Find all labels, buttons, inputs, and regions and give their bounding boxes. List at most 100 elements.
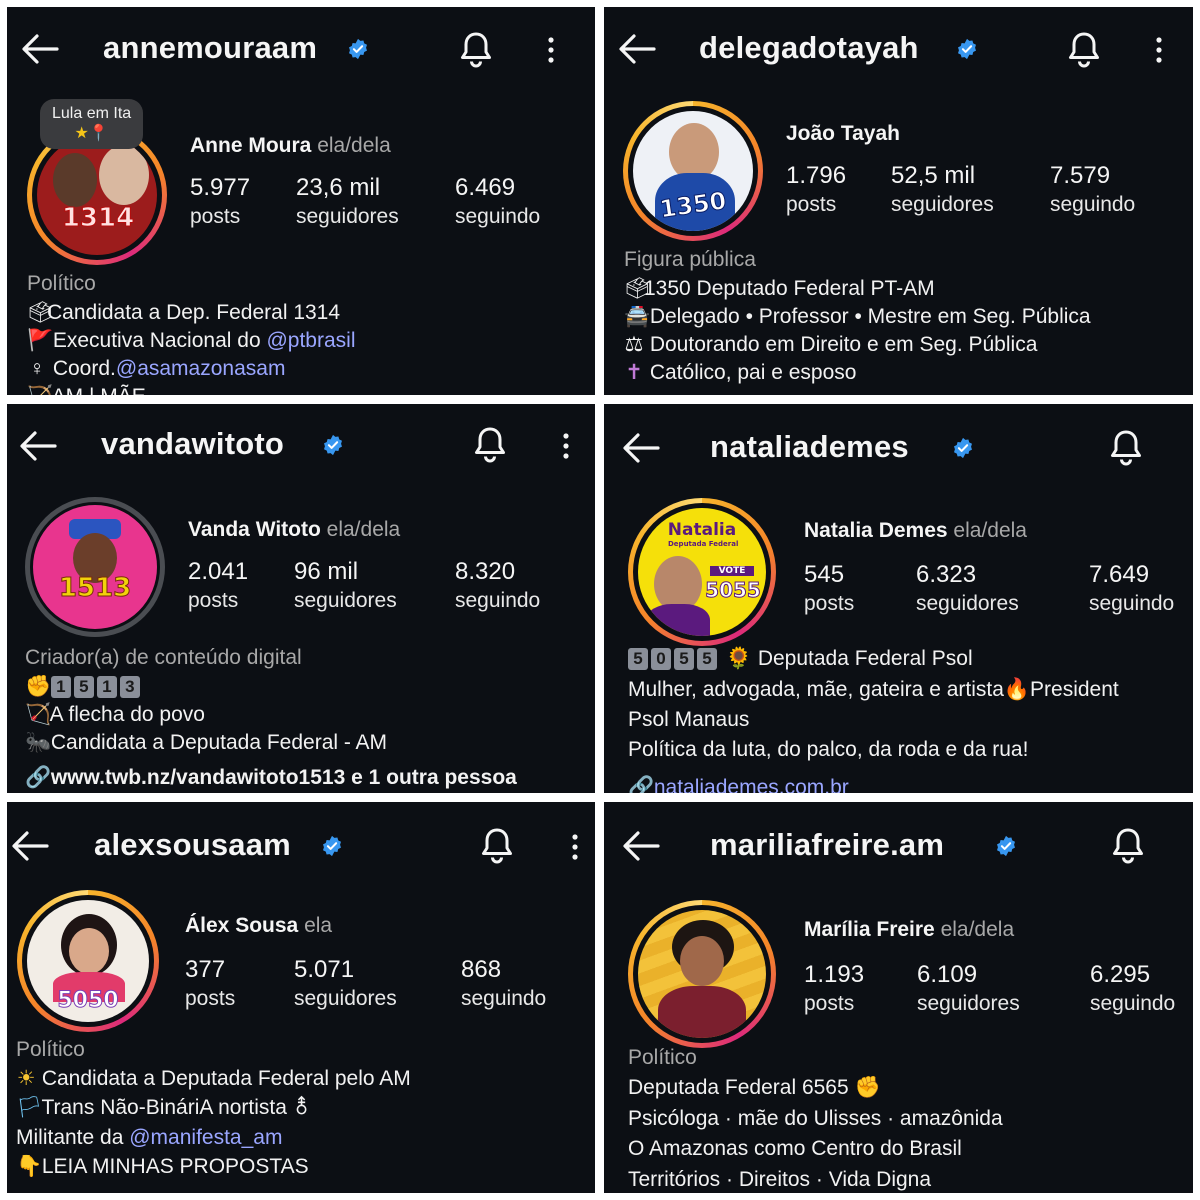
mention-link[interactable]: @manifesta_am bbox=[129, 1126, 282, 1149]
profile-panel-nataliademes: Natalia Demes nataliademes Natalia Deput… bbox=[604, 404, 1193, 793]
profile-username: annemouraam bbox=[103, 30, 318, 65]
bio-line: Psol Manaus bbox=[628, 708, 750, 731]
stat-posts[interactable]: 1.193 posts bbox=[804, 960, 864, 1018]
verified-badge-icon bbox=[323, 835, 341, 857]
profile-avatar[interactable]: 5050 bbox=[17, 890, 159, 1032]
bio-line: Psicóloga · mãe do Ulisses · amazônida bbox=[628, 1107, 1003, 1130]
bio-line: Política da luta, do palco, da roda e da… bbox=[628, 738, 1029, 761]
bio-link[interactable]: 🔗 www.twb.nz/vandawitoto1513 e 1 outra p… bbox=[25, 764, 517, 792]
stat-following[interactable]: 7.579 seguindo bbox=[1050, 161, 1135, 219]
stat-following[interactable]: 868 seguindo bbox=[461, 955, 546, 1013]
profile-username: vandawitoto bbox=[101, 426, 285, 461]
profile-category: Político bbox=[16, 1038, 85, 1061]
stat-following[interactable]: 6.295 seguindo bbox=[1090, 960, 1175, 1018]
bio-line: 🏹 A flecha do povo bbox=[25, 703, 205, 726]
bio-link[interactable]: 🔗 nataliademes.com.br bbox=[628, 774, 849, 793]
bio-line: ☀ Candidata a Deputada Federal pelo AM bbox=[16, 1067, 411, 1090]
profile-avatar[interactable]: Natalia Deputada Federal VOTE 5055 bbox=[628, 498, 776, 646]
verified-badge-icon bbox=[958, 38, 976, 60]
bio-line: Militante da @manifesta_am bbox=[16, 1126, 283, 1149]
mention-link[interactable]: @ptbrasil bbox=[266, 329, 355, 352]
profile-panel-vandawitoto: vandawitoto 1513 Vanda Witoto ela/dela 2… bbox=[7, 404, 595, 793]
profile-panel-delegadotayah: delegadotayah 1350 João Tayah 1.796 post… bbox=[604, 7, 1193, 395]
display-name: Anne Moura ela/dela bbox=[190, 134, 391, 157]
verified-badge-icon bbox=[324, 434, 342, 456]
bell-icon[interactable] bbox=[459, 31, 493, 69]
stat-posts[interactable]: 5.977 posts bbox=[190, 173, 250, 231]
bio-line: Territórios · Direitos · Vida Digna bbox=[628, 1168, 932, 1191]
stat-followers[interactable]: 96 mil seguidores bbox=[294, 557, 397, 615]
stat-followers[interactable]: 6.323 seguidores bbox=[916, 560, 1019, 618]
profile-username: nataliademes bbox=[710, 429, 909, 464]
stat-followers[interactable]: 52,5 mil seguidores bbox=[891, 161, 994, 219]
bell-icon[interactable] bbox=[480, 827, 514, 865]
bio-line: 🏳 Trans Não-BináriA nortista ⚨ bbox=[16, 1096, 311, 1119]
profile-panel-annemouraam: annemouraam 1314 Lula em Ita ★📍 Anne Mou… bbox=[7, 7, 595, 395]
stat-following[interactable]: 8.320 seguindo bbox=[455, 557, 540, 615]
stat-following[interactable]: 6.469 seguindo bbox=[455, 173, 540, 231]
more-vertical-icon[interactable] bbox=[544, 35, 558, 65]
bio-line: O Amazonas como Centro do Brasil bbox=[628, 1137, 962, 1160]
bio-line: 🚔 Delegado • Professor • Mestre em Seg. … bbox=[624, 305, 1091, 328]
profile-avatar[interactable]: 1350 bbox=[623, 101, 763, 241]
more-vertical-icon[interactable] bbox=[559, 431, 573, 461]
stat-followers[interactable]: 23,6 mil seguidores bbox=[296, 173, 399, 231]
bio-line: 🐜 Candidata a Deputada Federal - AM bbox=[25, 731, 388, 754]
back-arrow-icon[interactable] bbox=[618, 33, 656, 65]
stat-posts[interactable]: 545 posts bbox=[804, 560, 854, 618]
bell-icon[interactable] bbox=[1067, 31, 1101, 69]
profile-username: mariliafreire.am bbox=[710, 827, 945, 862]
mention-link[interactable]: @asamazonasam bbox=[116, 357, 286, 380]
stat-followers[interactable]: 5.071 seguidores bbox=[294, 955, 397, 1013]
display-name: João Tayah bbox=[786, 122, 900, 145]
verified-badge-icon bbox=[349, 38, 367, 60]
link-icon: 🔗 bbox=[25, 766, 52, 789]
display-name: Marília Freire ela/dela bbox=[804, 918, 1015, 941]
display-name: Vanda Witoto ela/dela bbox=[188, 518, 401, 541]
avatar-number: 5050 bbox=[57, 988, 119, 1014]
back-arrow-icon[interactable] bbox=[21, 33, 59, 65]
bell-icon[interactable] bbox=[473, 426, 507, 464]
bio-keycaps-line: 5055 🌻 Deputada Federal Psol bbox=[628, 645, 973, 673]
bell-icon[interactable] bbox=[1111, 827, 1145, 865]
profile-avatar[interactable] bbox=[628, 900, 776, 1048]
bio-line: 🚩 Executiva Nacional do @ptbrasil bbox=[27, 329, 356, 352]
verified-badge-icon bbox=[954, 437, 972, 459]
stat-followers[interactable]: 6.109 seguidores bbox=[917, 960, 1020, 1018]
bio-line: ✝ Católico, pai e esposo bbox=[625, 361, 857, 384]
avatar-number: 5055 bbox=[705, 578, 762, 603]
verified-badge-icon bbox=[997, 835, 1015, 857]
profile-panel-mariliafreire: mariliafreire.am Marília Freire ela/dela… bbox=[604, 802, 1193, 1193]
profile-category: Político bbox=[27, 272, 96, 295]
stat-posts[interactable]: 377 posts bbox=[185, 955, 235, 1013]
stat-following[interactable]: 7.649 seguindo bbox=[1089, 560, 1174, 618]
back-arrow-icon[interactable] bbox=[19, 430, 57, 462]
bio-line: 🏹 AM | MÃE bbox=[27, 383, 146, 395]
bell-icon[interactable] bbox=[1109, 429, 1143, 467]
profile-avatar[interactable]: 1513 bbox=[33, 505, 157, 629]
note-tooltip[interactable]: Lula em Ita ★📍 bbox=[40, 99, 144, 149]
display-name: Natalia Demes ela/dela bbox=[804, 519, 1027, 542]
profile-panel-alexsousaam: alexsousaam 5050 Álex Sousa ela 377 post… bbox=[7, 802, 595, 1193]
back-arrow-icon[interactable] bbox=[622, 830, 660, 862]
more-vertical-icon[interactable] bbox=[568, 832, 582, 862]
pronouns: ela/dela bbox=[940, 918, 1015, 941]
bio-keycaps-line: ✊ 1513 bbox=[25, 673, 143, 701]
profile-username: delegadotayah bbox=[699, 30, 919, 65]
display-name: Álex Sousa ela bbox=[185, 914, 333, 937]
bio-line: ♀ Coord.@asamazonasam bbox=[29, 357, 286, 380]
profile-category: Figura pública bbox=[624, 248, 756, 271]
stat-posts[interactable]: 1.796 posts bbox=[786, 161, 846, 219]
avatar-number: 1513 bbox=[58, 573, 132, 604]
pronouns: ela bbox=[304, 914, 333, 937]
pronouns: ela/dela bbox=[953, 519, 1027, 542]
pronouns: ela/dela bbox=[326, 518, 401, 541]
more-vertical-icon[interactable] bbox=[1152, 35, 1166, 65]
bio-line: Mulher, advogada, mãe, gateira e artista… bbox=[628, 678, 1119, 701]
bio-line: 🗳Candidata a Dep. Federal 1314 bbox=[27, 301, 341, 324]
back-arrow-icon[interactable] bbox=[622, 432, 660, 464]
link-icon: 🔗 bbox=[628, 776, 655, 793]
pronouns: ela/dela bbox=[317, 134, 391, 157]
back-arrow-icon[interactable] bbox=[11, 830, 49, 862]
stat-posts[interactable]: 2.041 posts bbox=[188, 557, 248, 615]
